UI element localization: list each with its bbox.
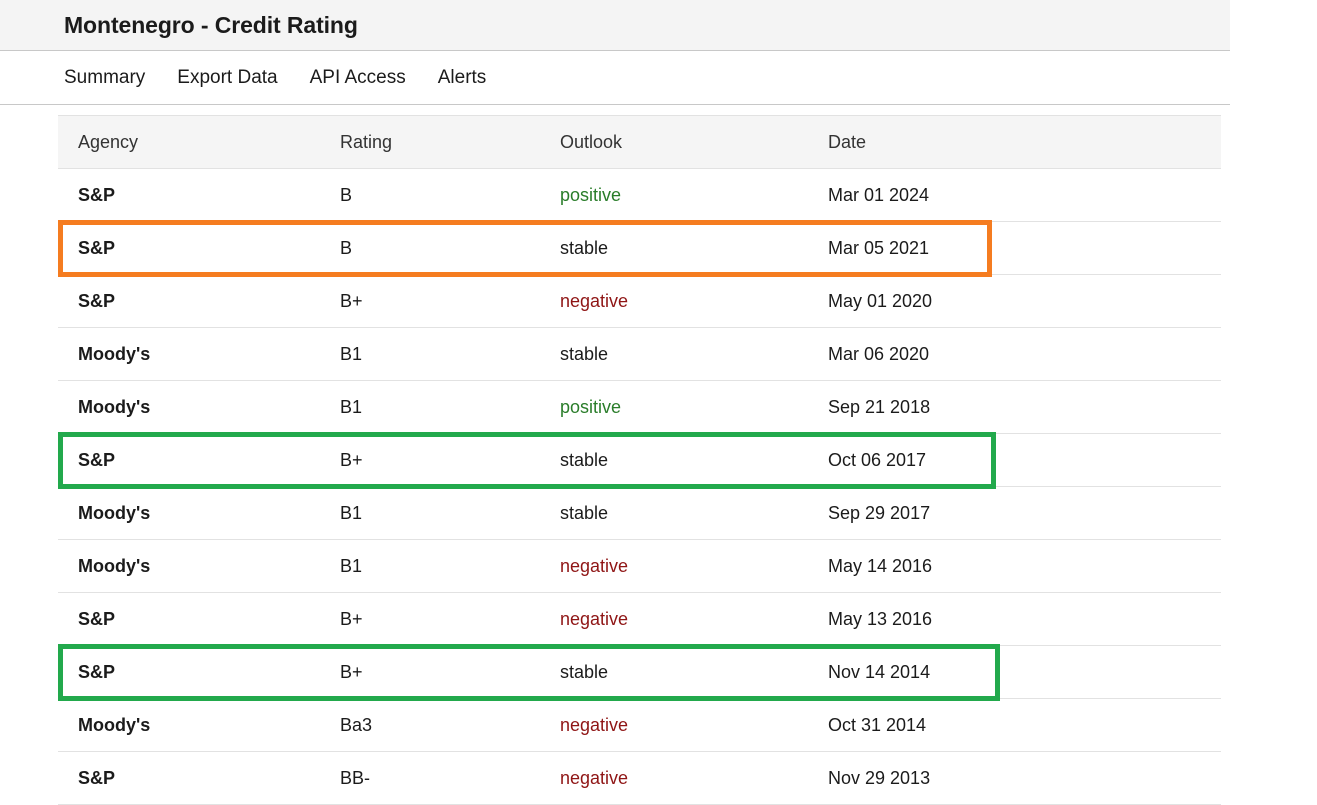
cell-outlook: positive [560,168,828,222]
cell-rating: B+ [340,592,560,646]
cell-rating: B+ [340,433,560,487]
cell-agency: S&P [58,751,340,805]
cell-rating: B1 [340,327,560,381]
cell-rating: B+ [340,645,560,699]
cell-date: Mar 05 2021 [828,221,1221,275]
table-row[interactable]: Moody's B1 stable Sep 29 2017 [58,486,1221,540]
column-header-agency[interactable]: Agency [58,115,340,169]
cell-outlook: stable [560,327,828,381]
nav-tabs: Summary Export Data API Access Alerts [0,51,1230,105]
cell-rating: B [340,168,560,222]
cell-agency: Moody's [58,327,340,381]
cell-rating: B1 [340,486,560,540]
cell-agency: S&P [58,168,340,222]
cell-date: May 13 2016 [828,592,1221,646]
cell-outlook: negative [560,539,828,593]
cell-date: Oct 31 2014 [828,698,1221,752]
table-row[interactable]: Moody's B1 positive Sep 21 2018 [58,380,1221,434]
cell-outlook: stable [560,433,828,487]
table-row[interactable]: S&P B+ negative May 01 2020 [58,274,1221,328]
table-header: Agency Rating Outlook Date [58,115,1221,169]
cell-date: Mar 01 2024 [828,168,1221,222]
credit-rating-table-container: Agency Rating Outlook Date S&P Bpositive M… [58,115,1221,805]
table-row[interactable]: Moody's Ba3 negative Oct 31 2014 [58,698,1221,752]
cell-date: Oct 06 2017 [828,433,1221,487]
cell-agency: S&P [58,221,340,275]
tab-api-access[interactable]: API Access [310,67,406,89]
cell-agency: S&P [58,645,340,699]
cell-agency: S&P [58,433,340,487]
table-row[interactable]: S&P B+ stable Oct 06 2017 [58,433,1221,487]
cell-outlook: negative [560,592,828,646]
cell-agency: Moody's [58,486,340,540]
cell-date: May 14 2016 [828,539,1221,593]
cell-agency: Moody's [58,698,340,752]
tab-summary[interactable]: Summary [64,67,145,89]
cell-date: Sep 21 2018 [828,380,1221,434]
cell-outlook: negative [560,274,828,328]
cell-outlook: negative [560,751,828,805]
cell-rating: B [340,221,560,275]
table-row[interactable]: Moody's B1 negative May 14 2016 [58,539,1221,593]
column-header-outlook[interactable]: Outlook [560,115,828,169]
cell-date: Nov 14 2014 [828,645,1221,699]
cell-rating: BB- [340,751,560,805]
cell-outlook: stable [560,645,828,699]
cell-agency: Moody's [58,380,340,434]
cell-outlook: stable [560,221,828,275]
tab-export-data[interactable]: Export Data [177,67,277,89]
cell-agency: S&P [58,274,340,328]
cell-outlook: negative [560,698,828,752]
column-header-date[interactable]: Date [828,115,1221,169]
cell-date: Nov 29 2013 [828,751,1221,805]
cell-rating: Ba3 [340,698,560,752]
cell-date: Mar 06 2020 [828,327,1221,381]
page-title: Montenegro - Credit Rating [64,11,358,38]
cell-date: Sep 29 2017 [828,486,1221,540]
page-header: Montenegro - Credit Rating [0,0,1230,51]
table-row[interactable]: Moody's B1 stable Mar 06 2020 [58,327,1221,381]
column-header-rating[interactable]: Rating [340,115,560,169]
table-row[interactable]: S&P B+ negative May 13 2016 [58,592,1221,646]
table-header-row: Agency Rating Outlook Date [58,115,1221,169]
cell-rating: B1 [340,380,560,434]
table-row[interactable]: S&P Bpositive Mar 01 2024 [58,168,1221,222]
table-body: S&P Bpositive Mar 01 2024 S&P Bstable Mar 05 … [58,168,1221,805]
cell-agency: S&P [58,592,340,646]
table-row[interactable]: S&P Bstable Mar 05 2021 [58,221,1221,275]
cell-rating: B1 [340,539,560,593]
table-row[interactable]: S&P BB-negative Nov 29 2013 [58,751,1221,805]
credit-rating-table: Agency Rating Outlook Date S&P Bpositive M… [58,115,1221,805]
tab-alerts[interactable]: Alerts [438,67,487,89]
cell-date: May 01 2020 [828,274,1221,328]
cell-outlook: positive [560,380,828,434]
cell-rating: B+ [340,274,560,328]
cell-agency: Moody's [58,539,340,593]
cell-outlook: stable [560,486,828,540]
table-row[interactable]: S&P B+ stable Nov 14 2014 [58,645,1221,699]
